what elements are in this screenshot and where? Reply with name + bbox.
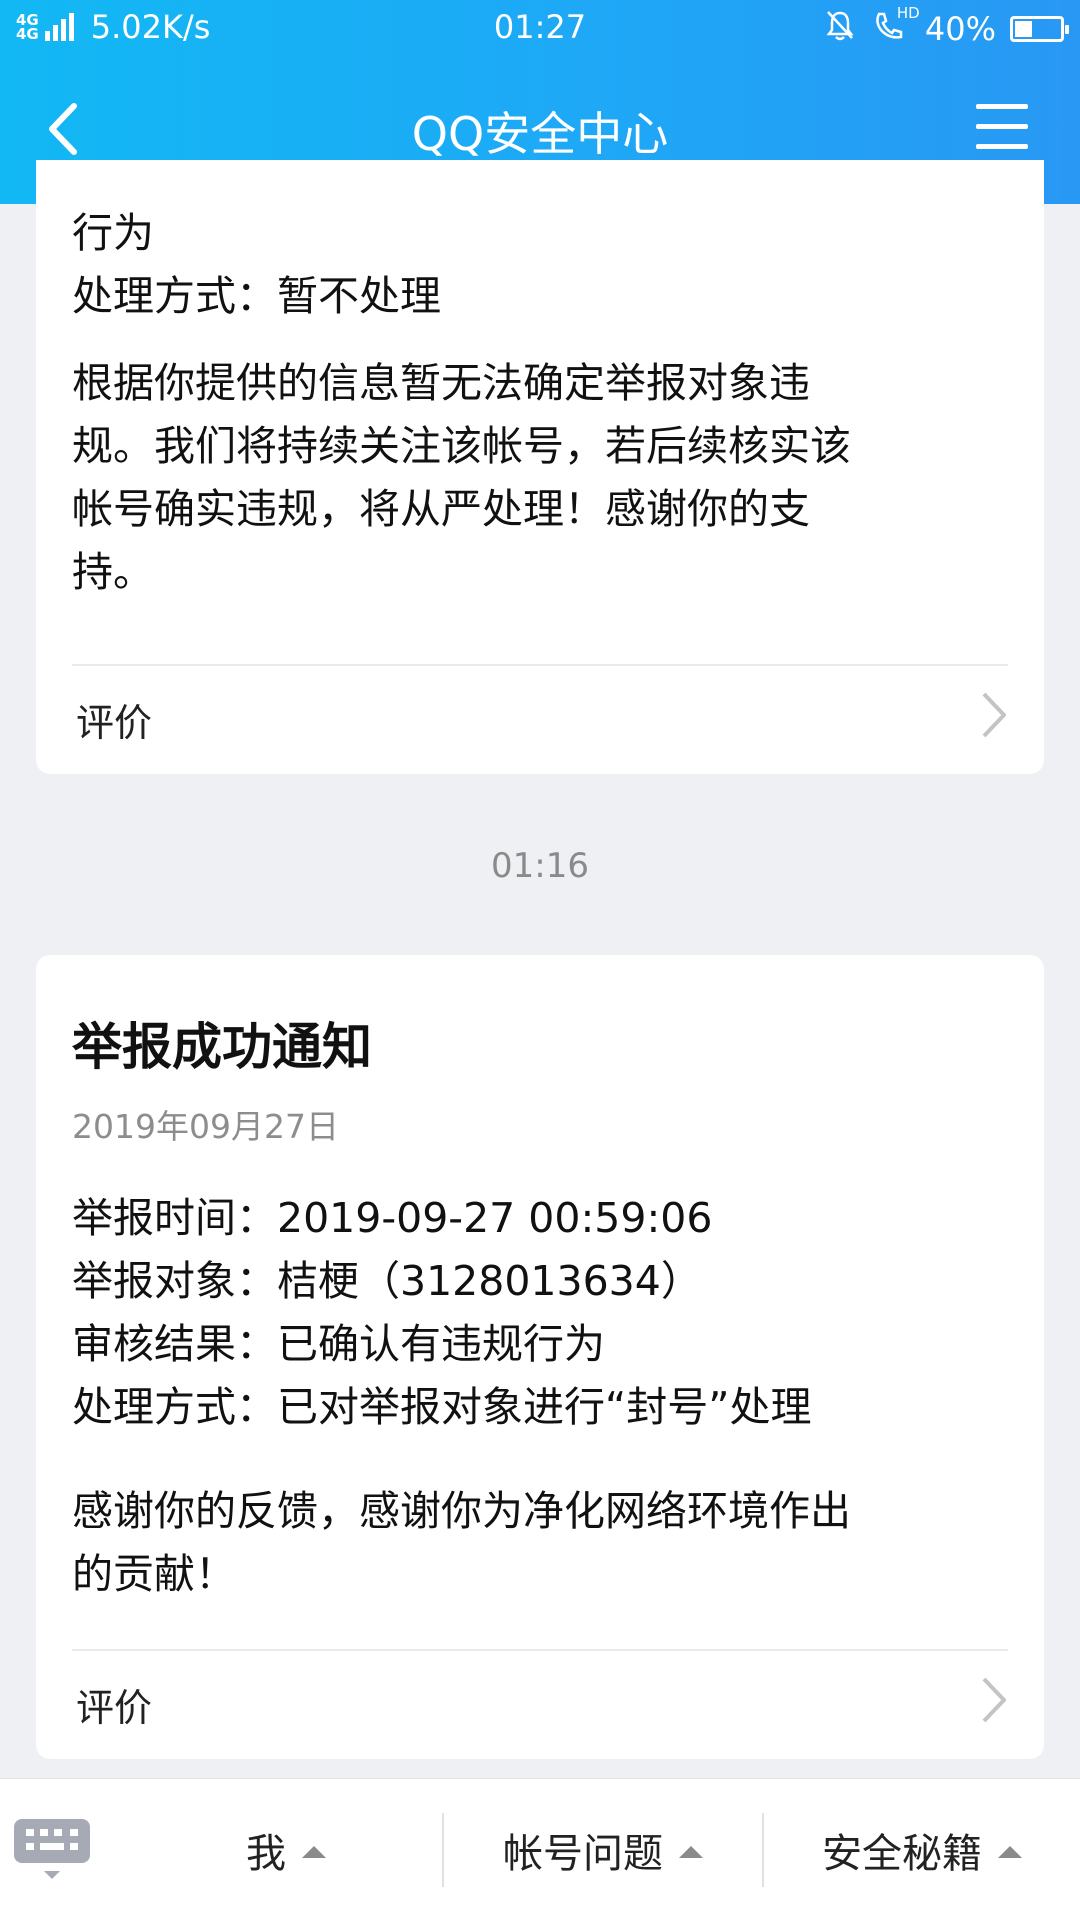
message-line: 规。我们将持续关注该帐号，若后续核实该 — [72, 422, 851, 470]
card-date: 2019年09月27日 — [72, 1107, 339, 1146]
notification-card-report-success: 举报成功通知 2019年09月27日 举报时间：2019-09-27 00:59… — [36, 955, 1044, 1759]
message-line: 帐号确实违规，将从严处理！感谢你的支 — [72, 485, 810, 533]
tab-label: 我 — [246, 1831, 286, 1877]
handling-method-field: 处理方式：已对举报对象进行“封号”处理 — [72, 1383, 812, 1431]
caret-up-icon — [679, 1846, 703, 1858]
review-result-field: 审核结果：已确认有违规行为 — [72, 1320, 605, 1368]
battery-icon — [1010, 16, 1069, 42]
status-bar: 4G 4G 5.02K/s 01:27 HD 40% — [0, 0, 1080, 60]
card-line: 处理方式：暂不处理 — [72, 272, 441, 320]
battery-percent: 40% — [924, 10, 996, 48]
rate-row[interactable]: 评价 — [36, 1651, 1044, 1751]
menu-button[interactable] — [976, 104, 1028, 150]
status-right: HD 40% — [823, 4, 1069, 50]
hamburger-menu-icon — [976, 104, 1028, 149]
keyboard-icon — [14, 1819, 90, 1879]
chevron-right-icon — [982, 692, 1006, 738]
chevron-right-icon — [982, 1677, 1006, 1723]
notification-card-previous: 行为 处理方式：暂不处理 根据你提供的信息暂无法确定举报对象违 规。我们将持续关… — [36, 160, 1044, 774]
hd-call-icon: HD — [871, 4, 920, 50]
keyboard-toggle-button[interactable] — [14, 1819, 90, 1881]
card-title: 举报成功通知 — [72, 1018, 372, 1076]
tab-label: 安全秘籍 — [822, 1831, 982, 1877]
caret-up-icon — [998, 1846, 1022, 1858]
card-line: 行为 — [72, 209, 154, 257]
tab-label: 帐号问题 — [503, 1831, 663, 1877]
message-line: 的贡献！ — [72, 1550, 236, 1598]
page-title: QQ安全中心 — [411, 107, 669, 161]
tab-security-tips[interactable]: 安全秘籍 — [764, 1779, 1080, 1920]
message-line: 持。 — [72, 548, 154, 596]
rate-label: 评价 — [76, 701, 153, 745]
hd-label: HD — [896, 4, 920, 22]
rate-row[interactable]: 评价 — [36, 666, 1044, 766]
rate-label: 评价 — [76, 1686, 153, 1730]
report-target-field: 举报对象：桔梗（3128013634） — [72, 1257, 702, 1305]
tab-account-issues[interactable]: 帐号问题 — [444, 1779, 762, 1920]
tab-me[interactable]: 我 — [130, 1779, 442, 1920]
mute-bell-icon — [823, 8, 857, 50]
message-line: 根据你提供的信息暂无法确定举报对象违 — [72, 359, 810, 407]
message-timestamp: 01:16 — [491, 846, 589, 886]
report-time-field: 举报时间：2019-09-27 00:59:06 — [72, 1194, 713, 1242]
bottom-menu-bar: 我 帐号问题 安全秘籍 — [0, 1778, 1080, 1920]
caret-up-icon — [302, 1846, 326, 1858]
message-line: 感谢你的反馈，感谢你为净化网络环境作出 — [72, 1487, 851, 1535]
